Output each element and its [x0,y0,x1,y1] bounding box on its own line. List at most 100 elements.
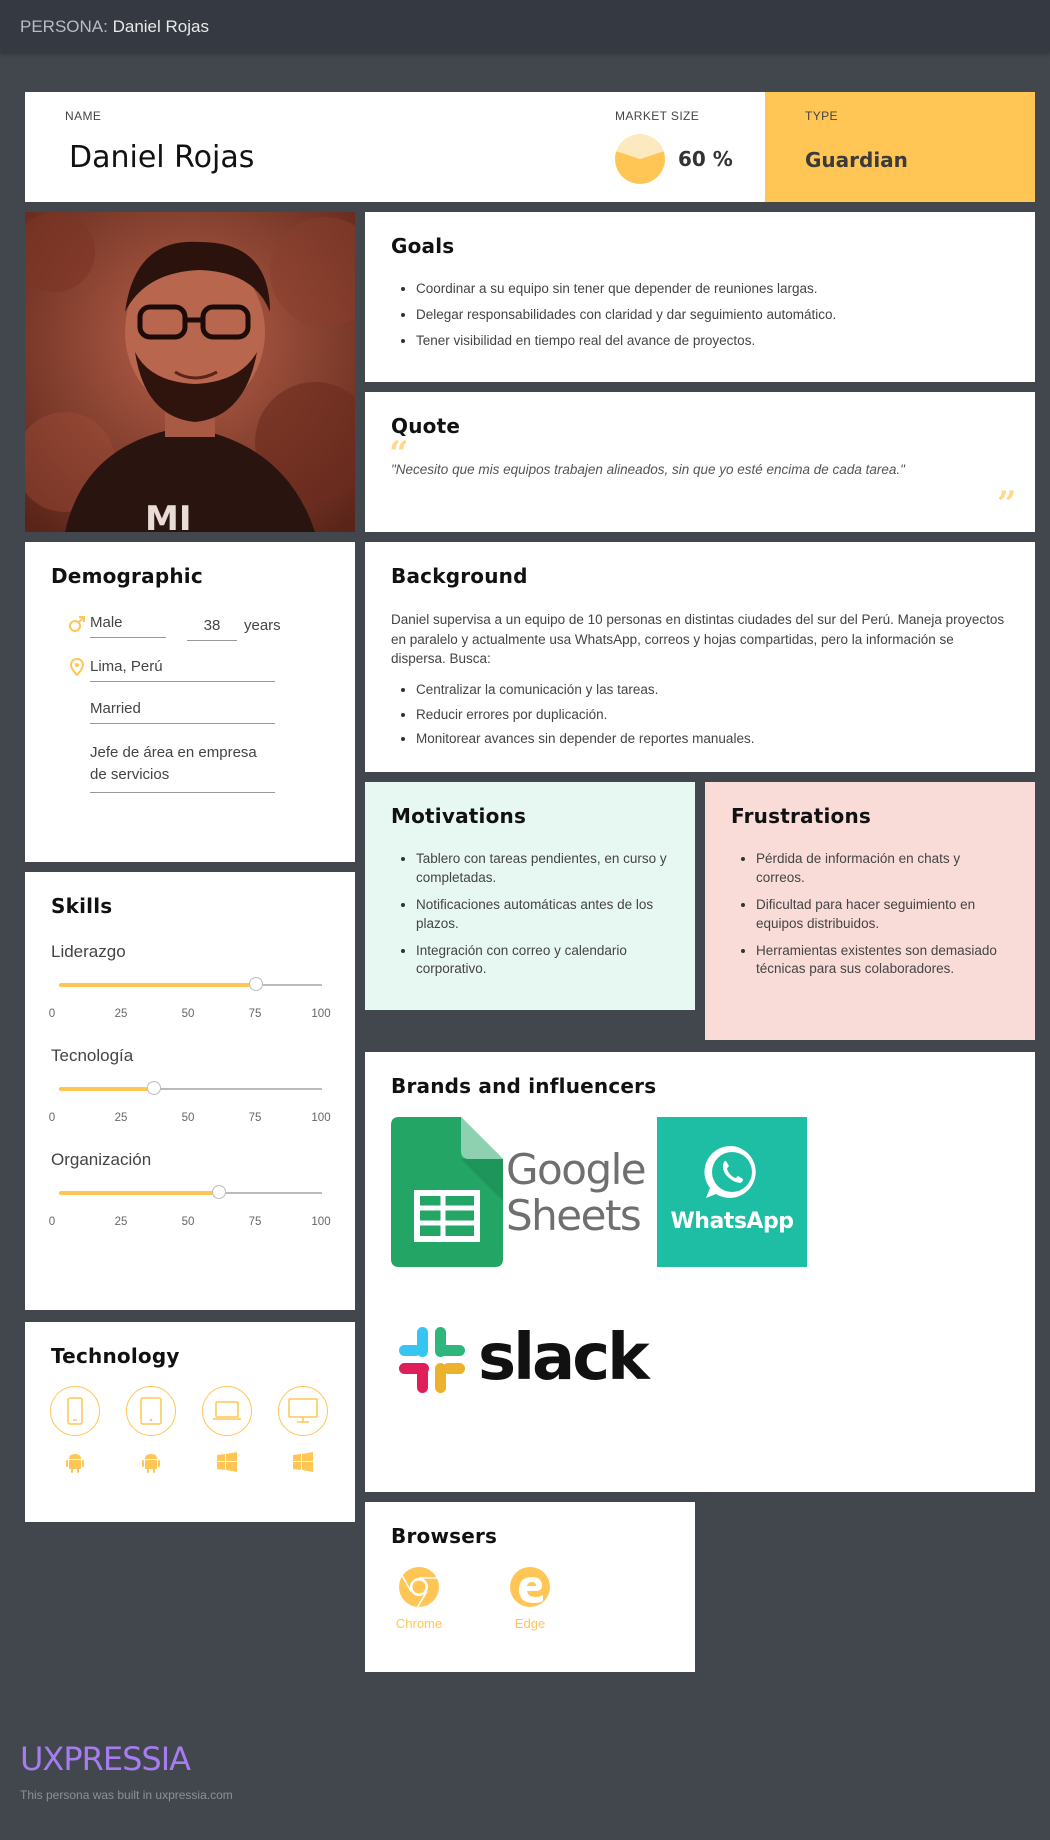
google-sheets-logo[interactable]: Google Sheets [391,1117,647,1267]
market-size-value[interactable]: 60 % [678,147,733,171]
male-icon [68,615,86,638]
tick-label: 50 [181,1216,195,1228]
skill-slider-track[interactable] [59,977,322,991]
type-panel: TYPE Guardian [765,92,1035,202]
uxpressia-logo[interactable]: UXPRESSIA [20,1740,191,1778]
list-item[interactable]: Delegar responsabilidades con claridad y… [416,306,1009,325]
list-item[interactable]: Dificultad para hacer seguimiento en equ… [756,896,1009,934]
goals-title: Goals [391,234,455,258]
whatsapp-logo[interactable]: WhatsApp [657,1117,807,1267]
laptop-icon[interactable] [202,1386,252,1436]
skill-row: Liderazgo 0 25 50 75 100 [49,942,341,1020]
list-item[interactable]: Tener visibilidad en tiempo real del ava… [416,332,1009,351]
type-label: TYPE [805,109,838,123]
skills-title: Skills [51,894,113,918]
persona-photo[interactable]: MI [25,212,355,532]
tick-label: 50 [181,1112,195,1124]
tick-label: 75 [248,1008,262,1020]
edge-icon[interactable] [509,1566,551,1608]
quote-card: Quote “ "Necesito que mis equipos trabaj… [365,392,1035,532]
tick-label: 25 [114,1008,128,1020]
skill-slider-handle[interactable] [146,1081,161,1095]
chrome-icon[interactable] [398,1566,440,1608]
motivations-list: Tablero con tareas pendientes, en curso … [391,850,669,979]
occupation-field[interactable]: Jefe de área en empresa de servicios [90,742,275,793]
persona-type[interactable]: Guardian [805,148,908,172]
list-item[interactable]: Coordinar a su equipo sin tener que depe… [416,280,1009,299]
tick-label: 0 [48,1008,56,1020]
tick-label: 25 [114,1112,128,1124]
list-item[interactable]: Notificaciones automáticas antes de los … [416,896,669,934]
smartphone-icon[interactable] [50,1386,100,1436]
list-item[interactable]: Tablero con tareas pendientes, en curso … [416,850,669,888]
quote-title: Quote [391,414,461,438]
skill-slider-fill [59,1087,154,1091]
skill-row: Tecnología 0 25 50 75 100 [49,1046,341,1124]
photo-portrait: MI [25,212,355,532]
marital-status-field[interactable]: Married [90,700,275,724]
tick-label: 100 [311,1216,331,1228]
location-pin-icon [69,657,85,681]
skill-slider-handle[interactable] [212,1185,227,1199]
background-title: Background [391,564,528,588]
skill-row: Organización 0 25 50 75 100 [49,1150,341,1228]
list-item[interactable]: Reducir errores por duplicación. [416,706,1009,725]
list-item[interactable]: Centralizar la comunicación y las tareas… [416,681,1009,700]
location-field[interactable]: Lima, Perú [90,658,275,682]
top-bar: PERSONA: Daniel Rojas [0,0,1050,52]
tablet-icon[interactable] [126,1386,176,1436]
desktop-icon[interactable] [278,1386,328,1436]
persona-name[interactable]: Daniel Rojas [69,140,254,175]
brands-title: Brands and influencers [391,1074,657,1098]
persona-title: Daniel Rojas [112,17,209,36]
skill-slider-track[interactable] [59,1185,322,1199]
close-quote-icon: ” [997,484,1017,524]
age-field[interactable]: 38 [187,617,237,641]
slack-wordmark: slack [478,1321,650,1395]
tick-label: 100 [311,1008,331,1020]
skills-card: Skills Liderazgo 0 25 50 75 100 Tecnolog… [25,872,355,1310]
technology-title: Technology [51,1344,180,1368]
windows-icon [291,1450,315,1474]
skill-name: Tecnología [51,1046,134,1065]
background-paragraph[interactable]: Daniel supervisa a un equipo de 10 perso… [391,610,1009,669]
frustrations-list: Pérdida de información en chats y correo… [731,850,1009,979]
skill-slider-handle[interactable] [249,977,264,991]
brands-card: Brands and influencers Google Sheets Wha… [365,1052,1035,1492]
gender-field[interactable]: Male [90,614,166,638]
tick-label: 100 [311,1112,331,1124]
tick-label: 0 [48,1112,56,1124]
list-item[interactable]: Pérdida de información en chats y correo… [756,850,1009,888]
footer-note: This persona was built in uxpressia.com [20,1788,233,1802]
android-icon [63,1450,87,1474]
browsers-title: Browsers [391,1524,498,1548]
svg-text:MI: MI [145,499,191,532]
whatsapp-wordmark: WhatsApp [670,1209,794,1234]
android-icon [139,1450,163,1474]
skill-name: Organización [51,1150,152,1169]
frustrations-card: Frustrations Pérdida de información en c… [705,782,1035,1040]
skill-name: Liderazgo [51,942,126,961]
list-item[interactable]: Integración con correo y calendario corp… [416,942,669,980]
tick-label: 75 [248,1216,262,1228]
market-size-pie [608,127,672,191]
list-item[interactable]: Monitorear avances sin depender de repor… [416,730,1009,749]
browsers-card: Browsers Chrome Edge [365,1502,695,1672]
quote-text[interactable]: "Necesito que mis equipos trabajen aline… [391,462,905,477]
tick-label: 75 [248,1112,262,1124]
market-size-label: MARKET SIZE [615,109,700,123]
google-sheets-word-1: Google [506,1145,647,1194]
age-unit: years [244,617,281,634]
skill-slider-track[interactable] [59,1081,322,1095]
demographic-title: Demographic [51,564,203,588]
tick-label: 0 [48,1216,56,1228]
persona-prefix: PERSONA: [20,17,108,36]
list-item[interactable]: Herramientas existentes son demasiado té… [756,942,1009,980]
tick-label: 25 [114,1216,128,1228]
motivations-card: Motivations Tablero con tareas pendiente… [365,782,695,1010]
frustrations-title: Frustrations [731,804,872,828]
edge-label: Edge [514,1616,546,1631]
slack-logo[interactable]: slack [391,1297,661,1417]
demographic-card: Demographic Male 38 years Lima, Perú Mar… [25,542,355,862]
skill-slider-fill [59,1191,220,1195]
